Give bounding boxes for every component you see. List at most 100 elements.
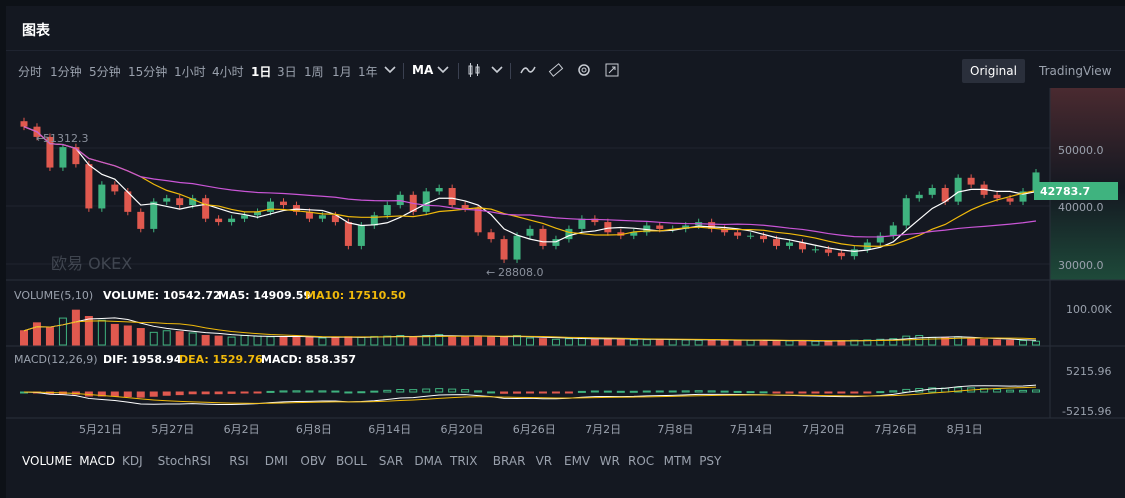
macd-bar [889, 390, 898, 393]
indicator-emv[interactable]: EMV [564, 454, 590, 468]
macd-bar [487, 391, 496, 394]
candle [539, 225, 547, 250]
macd-bar [435, 388, 444, 393]
volume-y-tick: 100.00K [1066, 303, 1112, 316]
macd-bar [201, 391, 210, 395]
candle [876, 232, 884, 246]
indicator-sar[interactable]: SAR [379, 454, 403, 468]
volume-bar [772, 340, 781, 346]
volume-bar [201, 335, 210, 346]
candle [241, 211, 249, 223]
volume-bar [58, 317, 67, 346]
macd-bar [772, 391, 781, 394]
indicator-macd[interactable]: MACD [79, 454, 115, 468]
interval-3d[interactable]: 3日 [277, 63, 297, 80]
indicator-volume[interactable]: VOLUME [22, 454, 72, 468]
gear-icon[interactable] [576, 62, 592, 78]
macd-bar [331, 390, 340, 393]
interval-1min[interactable]: 1分钟 [50, 63, 82, 80]
candle [228, 215, 236, 226]
indicator-roc[interactable]: ROC [628, 454, 654, 468]
volume-bar [538, 338, 547, 346]
volume-bar [681, 339, 690, 346]
mode-tradingview-button[interactable]: TradingView [1031, 59, 1120, 83]
candle [798, 239, 806, 253]
macd-bar [175, 391, 184, 396]
candle [137, 208, 145, 233]
macd-bar [526, 391, 534, 394]
x-tick: 5月27日 [151, 423, 194, 436]
interval-1h[interactable]: 1小时 [174, 63, 206, 80]
panel-title: 图表 [22, 23, 50, 39]
macd-bar [564, 391, 573, 394]
macd-bar [811, 391, 820, 394]
macd-bar [279, 390, 288, 393]
chevron-down-icon[interactable] [436, 62, 450, 76]
mode-original-button[interactable]: Original [962, 59, 1025, 83]
fullscreen-icon[interactable] [604, 62, 620, 78]
macd-dif: DIF: 1958.94 [103, 353, 182, 366]
chevron-down-icon[interactable] [383, 62, 397, 76]
indicator-boll[interactable]: BOLL [336, 454, 367, 468]
volume-bar [811, 340, 820, 346]
interval-15min[interactable]: 15分钟 [128, 63, 167, 80]
volume-bar [526, 337, 534, 346]
interval-4h[interactable]: 4小时 [212, 63, 244, 80]
macd-dea: DEA: 1529.76 [179, 353, 263, 366]
candle [526, 225, 534, 240]
volume-bar [655, 338, 664, 346]
interval-1w[interactable]: 1周 [304, 63, 324, 80]
indicator-wr[interactable]: WR [600, 454, 620, 468]
macd-bar [850, 391, 859, 394]
macd-bar [720, 390, 729, 393]
indicator-psy[interactable]: PSY [699, 454, 721, 468]
volume-bar [370, 335, 379, 346]
x-tick: 6月14日 [368, 423, 411, 436]
high-marker-arrow: ← [36, 132, 45, 145]
candle [928, 184, 936, 199]
interval-1d[interactable]: 1日 [251, 63, 271, 80]
price-chart[interactable]: 51312.3 ← 28808.0 ← 欧易 OKEX 50000.0 4000… [6, 88, 1125, 444]
volume-bar [253, 335, 262, 346]
x-tick: 7月20日 [802, 423, 845, 436]
chevron-down-icon[interactable] [490, 62, 504, 76]
volume-label: VOLUME(5,10) [14, 289, 93, 302]
indicator-mtm[interactable]: MTM [664, 454, 692, 468]
macd-bar [824, 391, 833, 394]
indicator-obv[interactable]: OBV [300, 454, 326, 468]
indicator-stochrsi[interactable]: StochRSI [158, 454, 211, 468]
candle [215, 215, 223, 226]
indicator-vr[interactable]: VR [536, 454, 553, 468]
volume-bar [902, 335, 911, 346]
indicator-brar[interactable]: BRAR [493, 454, 526, 468]
volume-bar [577, 337, 586, 346]
line-chart-icon[interactable] [520, 62, 536, 78]
candle [202, 194, 210, 223]
candle [435, 184, 443, 195]
indicator-kdj[interactable]: KDJ [122, 454, 143, 468]
interval-5min[interactable]: 5分钟 [89, 63, 121, 80]
interval-1mo[interactable]: 1月 [332, 63, 352, 80]
candle [487, 228, 495, 243]
macd-bar [863, 391, 872, 394]
indicator-dma[interactable]: DMA [414, 454, 442, 468]
volume-bar [694, 339, 703, 346]
x-tick: 7月2日 [585, 423, 621, 436]
macd-bar [253, 391, 262, 394]
y-tick: 40000.0 [1058, 201, 1104, 214]
macd-bar [642, 390, 651, 393]
candle [734, 228, 742, 240]
high-marker: 51312.3 [43, 132, 89, 145]
candlestick-icon[interactable] [466, 62, 482, 78]
ruler-icon[interactable] [548, 62, 564, 78]
indicator-trix[interactable]: TRIX [450, 454, 477, 468]
ma-selector[interactable]: MA [412, 63, 433, 77]
candle [747, 232, 755, 240]
indicator-rsi[interactable]: RSI [229, 454, 249, 468]
interval-1y[interactable]: 1年 [358, 63, 378, 80]
macd-bar [668, 390, 677, 393]
volume-bar [123, 325, 132, 346]
indicator-dmi[interactable]: DMI [265, 454, 288, 468]
interval-timeline[interactable]: 分时 [18, 63, 42, 80]
volume-bar [136, 328, 145, 346]
